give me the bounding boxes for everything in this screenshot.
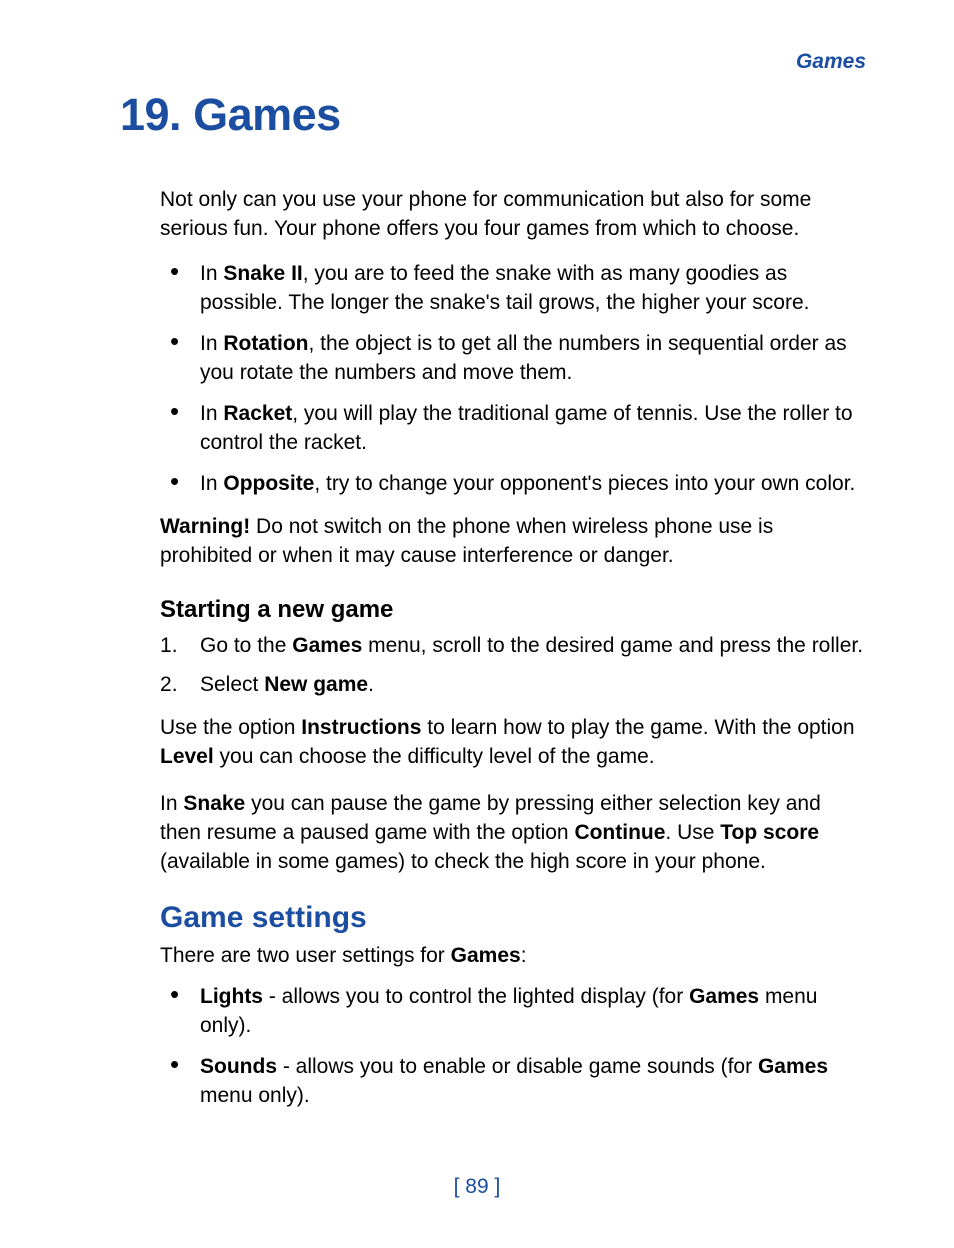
starting-p1: Use the option Instructions to learn how… <box>160 714 866 772</box>
game-list: In Snake II, you are to feed the snake w… <box>160 260 866 499</box>
warning-label: Warning! <box>160 515 250 538</box>
warning-text: Do not switch on the phone when wireless… <box>160 515 773 567</box>
section-heading-settings: Game settings <box>160 897 866 938</box>
subheading-starting: Starting a new game <box>160 593 866 626</box>
list-item: Go to the Games menu, scroll to the desi… <box>160 632 866 661</box>
starting-p2: In Snake you can pause the game by press… <box>160 790 866 877</box>
running-header: Games <box>796 48 866 77</box>
settings-intro: There are two user settings for Games: <box>160 942 866 971</box>
list-item: Lights - allows you to control the light… <box>160 983 866 1041</box>
warning-paragraph: Warning! Do not switch on the phone when… <box>160 513 866 571</box>
page-content: Not only can you use your phone for comm… <box>120 186 866 1111</box>
chapter-number: 19. <box>120 89 181 140</box>
list-item: Select New game. <box>160 671 866 700</box>
setting-name: Sounds <box>200 1055 277 1078</box>
list-item: Sounds - allows you to enable or disable… <box>160 1053 866 1111</box>
game-name: Racket <box>223 402 292 425</box>
list-item: In Snake II, you are to feed the snake w… <box>160 260 866 318</box>
settings-list: Lights - allows you to control the light… <box>160 983 866 1111</box>
game-name: Opposite <box>223 472 314 495</box>
list-item: In Racket, you will play the traditional… <box>160 400 866 458</box>
chapter-name: Games <box>193 89 341 140</box>
list-item: In Opposite, try to change your opponent… <box>160 470 866 499</box>
intro-paragraph: Not only can you use your phone for comm… <box>160 186 866 244</box>
steps-list: Go to the Games menu, scroll to the desi… <box>160 632 866 700</box>
list-item: In Rotation, the object is to get all th… <box>160 330 866 388</box>
game-name: Rotation <box>223 332 308 355</box>
setting-name: Lights <box>200 985 263 1008</box>
chapter-title: 19. Games <box>120 84 866 146</box>
game-name: Snake II <box>223 262 302 285</box>
page-number: [ 89 ] <box>0 1173 954 1202</box>
